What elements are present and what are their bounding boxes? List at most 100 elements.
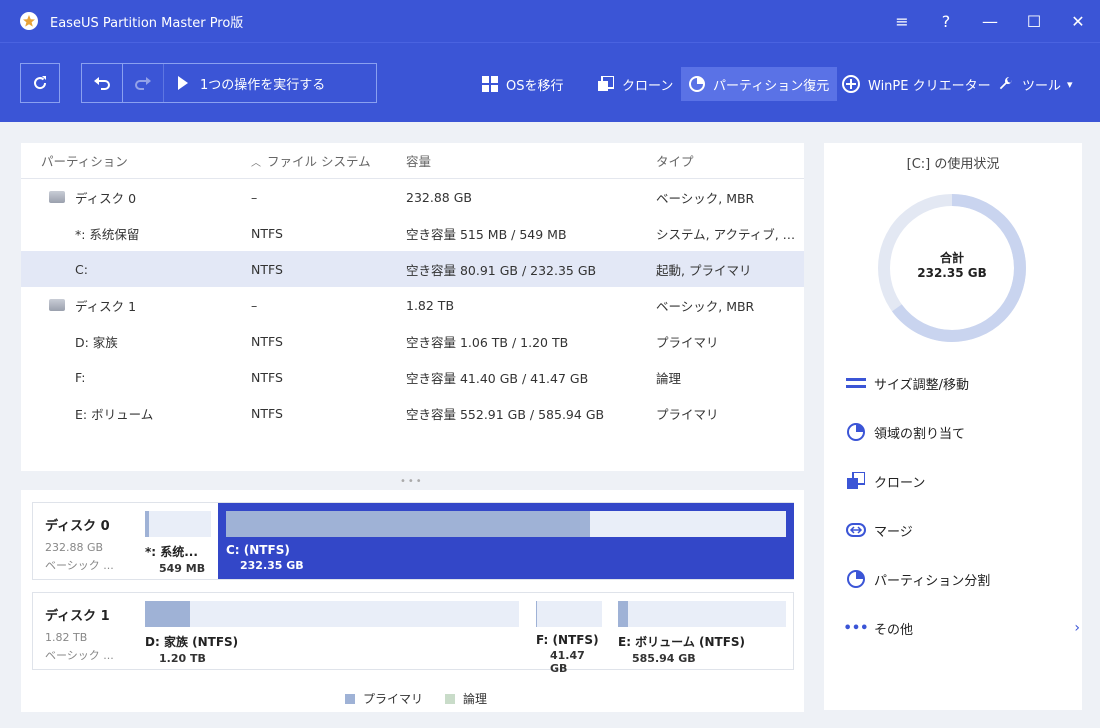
usage-bar: [226, 511, 786, 537]
partition-size: 549 MB: [159, 562, 206, 575]
action-resize-move[interactable]: サイズ調整/移動: [846, 373, 1066, 393]
usage-fill: [145, 601, 190, 627]
row-name: F:: [75, 369, 86, 385]
row-name: ディスク 0: [75, 190, 137, 206]
action-label: マージ: [874, 524, 913, 540]
table-row-d-drive[interactable]: D: 家族 NTFS 空き容量 1.06 TB / 1.20 TB プライマリ: [21, 323, 804, 359]
row-type: 起動, プライマリ: [656, 262, 752, 278]
action-label: 領域の割り当て: [874, 426, 966, 442]
column-header-capacity[interactable]: 容量: [406, 151, 656, 170]
execute-operation-button[interactable]: 1つの操作を実行する: [164, 74, 325, 93]
chevron-right-icon: ›: [1074, 620, 1080, 636]
row-type: プライマリ: [656, 334, 719, 350]
table-row-disk1[interactable]: ディスク 1 – 1.82 TB ベーシック, MBR: [21, 287, 804, 323]
toolbar-partition-recovery[interactable]: パーティション復元: [681, 67, 838, 101]
row-fs: NTFS: [251, 261, 283, 277]
legend-item-logical: 論理: [445, 690, 487, 707]
disk-card-0[interactable]: ディスク 0 232.88 GB ベーシック ... *: 系统... 549 …: [32, 502, 794, 580]
row-capacity: 空き容量 80.91 GB / 232.35 GB: [406, 262, 597, 278]
total-label: 合計: [939, 251, 964, 265]
column-header-filesystem-label: ファイル システム: [267, 154, 371, 169]
action-split-partition[interactable]: パーティション分割: [846, 569, 1066, 589]
redo-button[interactable]: [123, 64, 164, 102]
toolbar-clone[interactable]: クローン: [590, 67, 681, 101]
toolbar-tools[interactable]: ツール ▾: [990, 67, 1081, 101]
windows-icon: [482, 76, 498, 92]
row-fs: NTFS: [251, 369, 283, 385]
toolbar: 1つの操作を実行する OSを移行 クローン パーティション復元 WinPE クリ…: [0, 42, 1100, 122]
undo-icon: [94, 77, 110, 90]
undo-button[interactable]: [82, 64, 123, 102]
total-value: 232.35 GB: [917, 266, 987, 280]
refresh-icon: [34, 76, 47, 90]
donut-label: 合計 232.35 GB: [877, 251, 1027, 281]
merge-icon: [846, 520, 866, 540]
close-icon[interactable]: ✕: [1056, 12, 1100, 31]
partition-block-d-drive[interactable]: D: 家族 (NTFS) 1.20 TB: [145, 601, 519, 665]
partition-name: C: (NTFS): [226, 543, 290, 557]
refresh-button[interactable]: [20, 63, 60, 103]
action-merge[interactable]: マージ: [846, 520, 1066, 540]
partition-block-e-drive[interactable]: E: ボリューム (NTFS) 585.94 GB: [618, 601, 786, 665]
maximize-icon[interactable]: ☐: [1012, 12, 1056, 31]
partition-block-system-reserved[interactable]: *: 系统... 549 MB: [145, 511, 211, 575]
usage-title: [C:] の使用状況: [906, 157, 1000, 172]
row-name: D: 家族: [75, 334, 118, 350]
column-header-type[interactable]: タイプ: [656, 151, 804, 170]
plus-circle-icon: [842, 75, 860, 93]
usage-panel: [C:] の使用状況 合計 232.35 GB サイズ調整/移動 領域の割り当て…: [824, 143, 1082, 710]
column-header-partition[interactable]: パーティション: [21, 151, 251, 170]
row-capacity: 空き容量 41.40 GB / 41.47 GB: [406, 370, 589, 386]
menu-icon[interactable]: ≡: [880, 12, 924, 31]
row-capacity: 1.82 TB: [406, 297, 455, 313]
disk-type: ベーシック ...: [45, 649, 114, 662]
disk-card-1[interactable]: ディスク 1 1.82 TB ベーシック ... D: 家族 (NTFS) 1.…: [32, 592, 794, 675]
row-type: ベーシック, MBR: [656, 298, 755, 314]
action-clone[interactable]: クローン: [846, 471, 1066, 491]
partition-size: 1.20 TB: [159, 652, 206, 665]
disk-size: 1.82 TB: [45, 631, 88, 644]
action-label: サイズ調整/移動: [874, 377, 969, 393]
operation-group: 1つの操作を実行する: [81, 63, 377, 103]
partition-name: D: 家族 (NTFS): [145, 635, 239, 649]
partition-name: F: (NTFS): [536, 633, 599, 647]
table-row-c-drive[interactable]: C: NTFS 空き容量 80.91 GB / 232.35 GB 起動, プラ…: [21, 251, 804, 287]
help-icon[interactable]: ?: [924, 12, 968, 31]
chevron-down-icon: ▾: [1067, 77, 1073, 91]
redo-icon: [135, 77, 151, 90]
legend-swatch: [445, 693, 456, 704]
resize-icon: [846, 373, 866, 393]
action-label: パーティション分割: [874, 573, 991, 589]
minimize-icon[interactable]: —: [968, 12, 1012, 31]
legend-item-primary: プライマリ: [345, 690, 423, 707]
legend-label: 論理: [463, 692, 488, 706]
sort-asc-icon: ︿: [251, 158, 261, 169]
row-type: プライマリ: [656, 406, 719, 422]
row-fs: –: [251, 297, 258, 313]
partition-block-f-drive[interactable]: F: (NTFS) 41.47 GB: [536, 601, 602, 675]
usage-fill: [145, 511, 149, 537]
toolbar-migrate-os[interactable]: OSを移行: [474, 67, 572, 101]
table-row-system-reserved[interactable]: *: 系统保留 NTFS 空き容量 515 MB / 549 MB システム, …: [21, 215, 804, 251]
usage-bar: [145, 601, 519, 627]
table-row-disk0[interactable]: ディスク 0 – 232.88 GB ベーシック, MBR: [21, 179, 804, 215]
row-fs: NTFS: [251, 225, 283, 241]
table-row-f-drive[interactable]: F: NTFS 空き容量 41.40 GB / 41.47 GB 論理: [21, 359, 804, 395]
column-header-filesystem[interactable]: ︿ ファイル システム: [251, 151, 406, 170]
panel-splitter-handle[interactable]: •••: [400, 476, 424, 487]
toolbar-clone-label: クローン: [622, 78, 674, 94]
toolbar-winpe-creator[interactable]: WinPE クリエーター: [834, 67, 999, 101]
action-allocate-space[interactable]: 領域の割り当て: [846, 422, 1066, 442]
pie-icon: [846, 569, 866, 589]
partition-block-c-drive[interactable]: C: (NTFS) 232.35 GB: [218, 503, 794, 579]
table-header: パーティション ︿ ファイル システム 容量 タイプ: [21, 143, 804, 179]
disk-name: ディスク 1: [45, 609, 110, 624]
usage-fill: [226, 511, 590, 537]
disk-name: ディスク 0: [45, 519, 110, 534]
action-more[interactable]: ••• その他 ›: [844, 618, 1080, 638]
row-capacity: 232.88 GB: [406, 189, 472, 205]
row-name: C:: [75, 261, 88, 277]
table-row-e-drive[interactable]: E: ボリューム NTFS 空き容量 552.91 GB / 585.94 GB…: [21, 395, 804, 431]
usage-fill: [536, 601, 538, 627]
toolbar-migrate-os-label: OSを移行: [506, 78, 564, 94]
